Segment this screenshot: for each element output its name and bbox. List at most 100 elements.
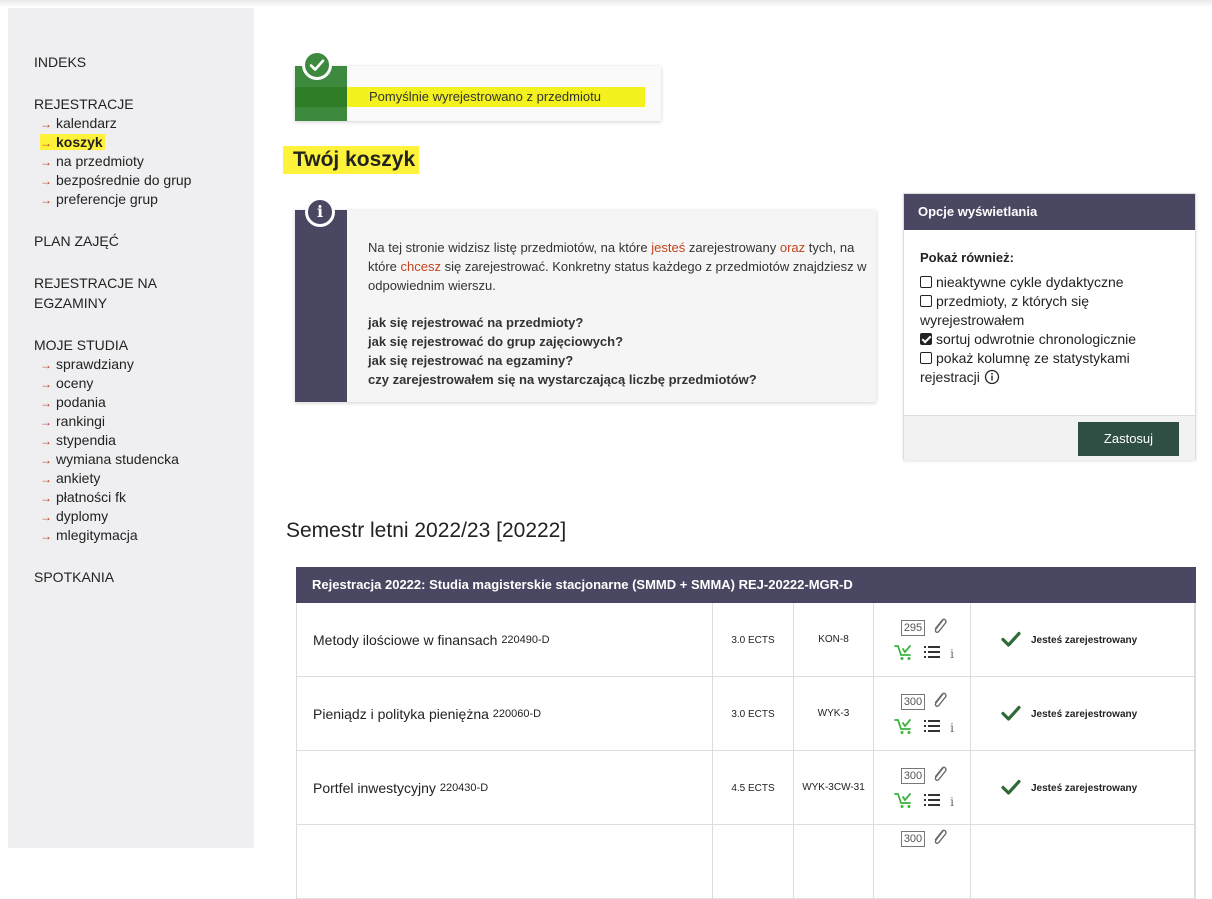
apply-button[interactable]: Zastosuj [1078, 422, 1179, 456]
sidebar-section: SPOTKANIA [34, 567, 254, 587]
cart-icon[interactable] [894, 643, 914, 664]
check-icon [1001, 631, 1021, 650]
sidebar-item-rankingi[interactable]: → rankingi [40, 412, 254, 431]
info-bar [295, 210, 347, 402]
list-icon[interactable] [924, 793, 941, 810]
help-link[interactable]: jak się rejestrować do grup zajęciowych? [368, 332, 757, 351]
status-text: Jesteś zarejestrowany [1031, 708, 1138, 720]
sidebar-item-label: oceny [56, 375, 94, 391]
sidebar-item-ankiety[interactable]: → ankiety [40, 469, 254, 488]
actions-cell: 300 i [874, 751, 971, 825]
sidebar-item-oceny[interactable]: → oceny [40, 374, 254, 393]
course-name[interactable]: Portfel inwestycyjny [313, 780, 436, 796]
paperclip-icon[interactable] [931, 827, 949, 850]
course-name[interactable]: Pieniądz i polityka pieniężna [313, 706, 489, 722]
info-box: Na tej stronie widzisz listę przedmiotów… [295, 210, 876, 402]
sidebar-item-bezpośrednie-do-grup[interactable]: → bezpośrednie do grup [40, 171, 254, 190]
sidebar-item-płatności-fk[interactable]: → płatności fk [40, 488, 254, 507]
status-cell: Jesteś zarejestrowany [971, 751, 1195, 825]
info-letter-icon[interactable]: i [950, 647, 954, 661]
sidebar-section-title[interactable]: REJESTRACJE [34, 94, 254, 114]
sidebar-section-title[interactable]: REJESTRACJE NA EGZAMINY [34, 273, 184, 313]
sidebar-section-title[interactable]: SPOTKANIA [34, 567, 254, 587]
sidebar-item-preferencje-grup[interactable]: → preferencje grup [40, 190, 254, 209]
sidebar-item-label: preferencje grup [56, 191, 158, 207]
sidebar-item-label: płatności fk [56, 489, 127, 505]
sidebar-section-title[interactable]: MOJE STUDIA [34, 335, 254, 355]
arrow-right-icon: → [40, 510, 52, 524]
arrow-right-icon: → [40, 155, 52, 169]
paperclip-icon[interactable] [931, 764, 949, 787]
sidebar-item-label: dyplomy [56, 508, 109, 524]
groups-cell [794, 825, 874, 899]
arrow-right-icon: → [40, 415, 52, 429]
limit-count: 300 [900, 767, 926, 784]
course-code: 220490-D [501, 634, 550, 646]
sidebar-item-label: kalendarz [56, 115, 117, 131]
display-options-footer: Zastosuj [904, 415, 1195, 460]
limit-count: 300 [900, 693, 926, 710]
group-code[interactable]: KON-8 [818, 634, 849, 646]
checkbox[interactable] [920, 333, 932, 345]
success-message: Pomyślnie wyrejestrowano z przedmiotu [295, 66, 661, 121]
sidebar-item-kalendarz[interactable]: → kalendarz [40, 114, 254, 133]
sidebar-item-koszyk[interactable]: → koszyk [40, 133, 254, 152]
paperclip-icon[interactable] [931, 616, 949, 639]
info-text-part: Na tej stronie widzisz listę przedmiotów… [368, 240, 652, 255]
table-row: 300 [296, 825, 1196, 899]
list-icon[interactable] [924, 719, 941, 736]
cart-icon[interactable] [894, 791, 914, 812]
info-text-em: oraz [779, 240, 806, 255]
info-letter-icon[interactable]: i [950, 795, 954, 809]
group-code[interactable]: WYK-3 [802, 782, 834, 794]
checkbox[interactable] [920, 295, 932, 307]
option-item[interactable]: nieaktywne cykle dydaktyczne [920, 273, 1181, 292]
option-item[interactable]: sortuj odwrotnie chronologicznie [920, 330, 1181, 349]
actions-bottom: i [894, 791, 954, 812]
ects-cell: 3.0 ECTS [713, 677, 794, 751]
checkbox[interactable] [920, 352, 932, 364]
checkbox[interactable] [920, 276, 932, 288]
course-name[interactable]: Metody ilościowe w finansach [313, 632, 497, 648]
sidebar-item-label: ankiety [56, 470, 101, 486]
sidebar-item-mlegitymacja[interactable]: → mlegitymacja [40, 526, 254, 545]
sidebar-section-title[interactable]: INDEKS [34, 52, 254, 72]
info-letter-icon[interactable]: i [950, 721, 954, 735]
option-item[interactable]: przedmioty, z których się wyrejestrowałe… [920, 292, 1181, 330]
groups-cell: KON-8 [794, 603, 874, 677]
help-link[interactable]: czy zarejestrowałem się na wystarczającą… [368, 370, 757, 389]
display-options-panel: Opcje wyświetlania Pokaż również: nieakt… [903, 193, 1196, 460]
sidebar-item-na-przedmioty[interactable]: → na przedmioty [40, 152, 254, 171]
arrow-right-icon: → [40, 136, 52, 150]
group-code[interactable]: WYK-3 [818, 708, 850, 720]
info-text-part: zarejestrowany [685, 240, 780, 255]
check-icon [1001, 779, 1021, 798]
sidebar-item-dyplomy[interactable]: → dyplomy [40, 507, 254, 526]
info-circle-icon[interactable] [980, 369, 1000, 385]
course-name-cell: Metody ilościowe w finansach 220490-D [297, 603, 713, 677]
sidebar-section: PLAN ZAJĘĆ [34, 231, 254, 251]
option-label: sortuj odwrotnie chronologicznie [936, 331, 1136, 347]
sidebar-item-sprawdziany[interactable]: → sprawdziany [40, 355, 254, 374]
cart-icon[interactable] [894, 717, 914, 738]
list-icon[interactable] [924, 645, 941, 662]
actions-cell: 300 [874, 825, 971, 899]
sidebar-item-stypendia[interactable]: → stypendia [40, 431, 254, 450]
course-name-cell: Portfel inwestycyjny 220430-D [297, 751, 713, 825]
arrow-right-icon: → [40, 491, 52, 505]
sidebar-item-podania[interactable]: → podania [40, 393, 254, 412]
sidebar-section-title[interactable]: PLAN ZAJĘĆ [34, 231, 254, 251]
sidebar-section: REJESTRACJE → kalendarz → koszyk → na przedmio… [34, 94, 254, 209]
paperclip-icon[interactable] [931, 690, 949, 713]
option-item[interactable]: pokaż kolumnę ze statystykami rejestracj… [920, 349, 1181, 387]
info-icon: i [305, 197, 335, 227]
limit-count: 300 [900, 830, 926, 847]
actions-top: 300 [900, 827, 949, 850]
group-code[interactable]: CW-31 [834, 782, 865, 794]
help-link[interactable]: jak się rejestrować na przedmioty? [368, 313, 757, 332]
course-code: 220430-D [439, 782, 489, 794]
help-link[interactable]: jak się rejestrować na egzaminy? [368, 351, 757, 370]
sidebar-item-wymiana-studencka[interactable]: → wymiana studencka [40, 450, 254, 469]
success-message-text: Pomyślnie wyrejestrowano z przedmiotu [369, 89, 601, 104]
arrow-right-icon: → [40, 358, 52, 372]
